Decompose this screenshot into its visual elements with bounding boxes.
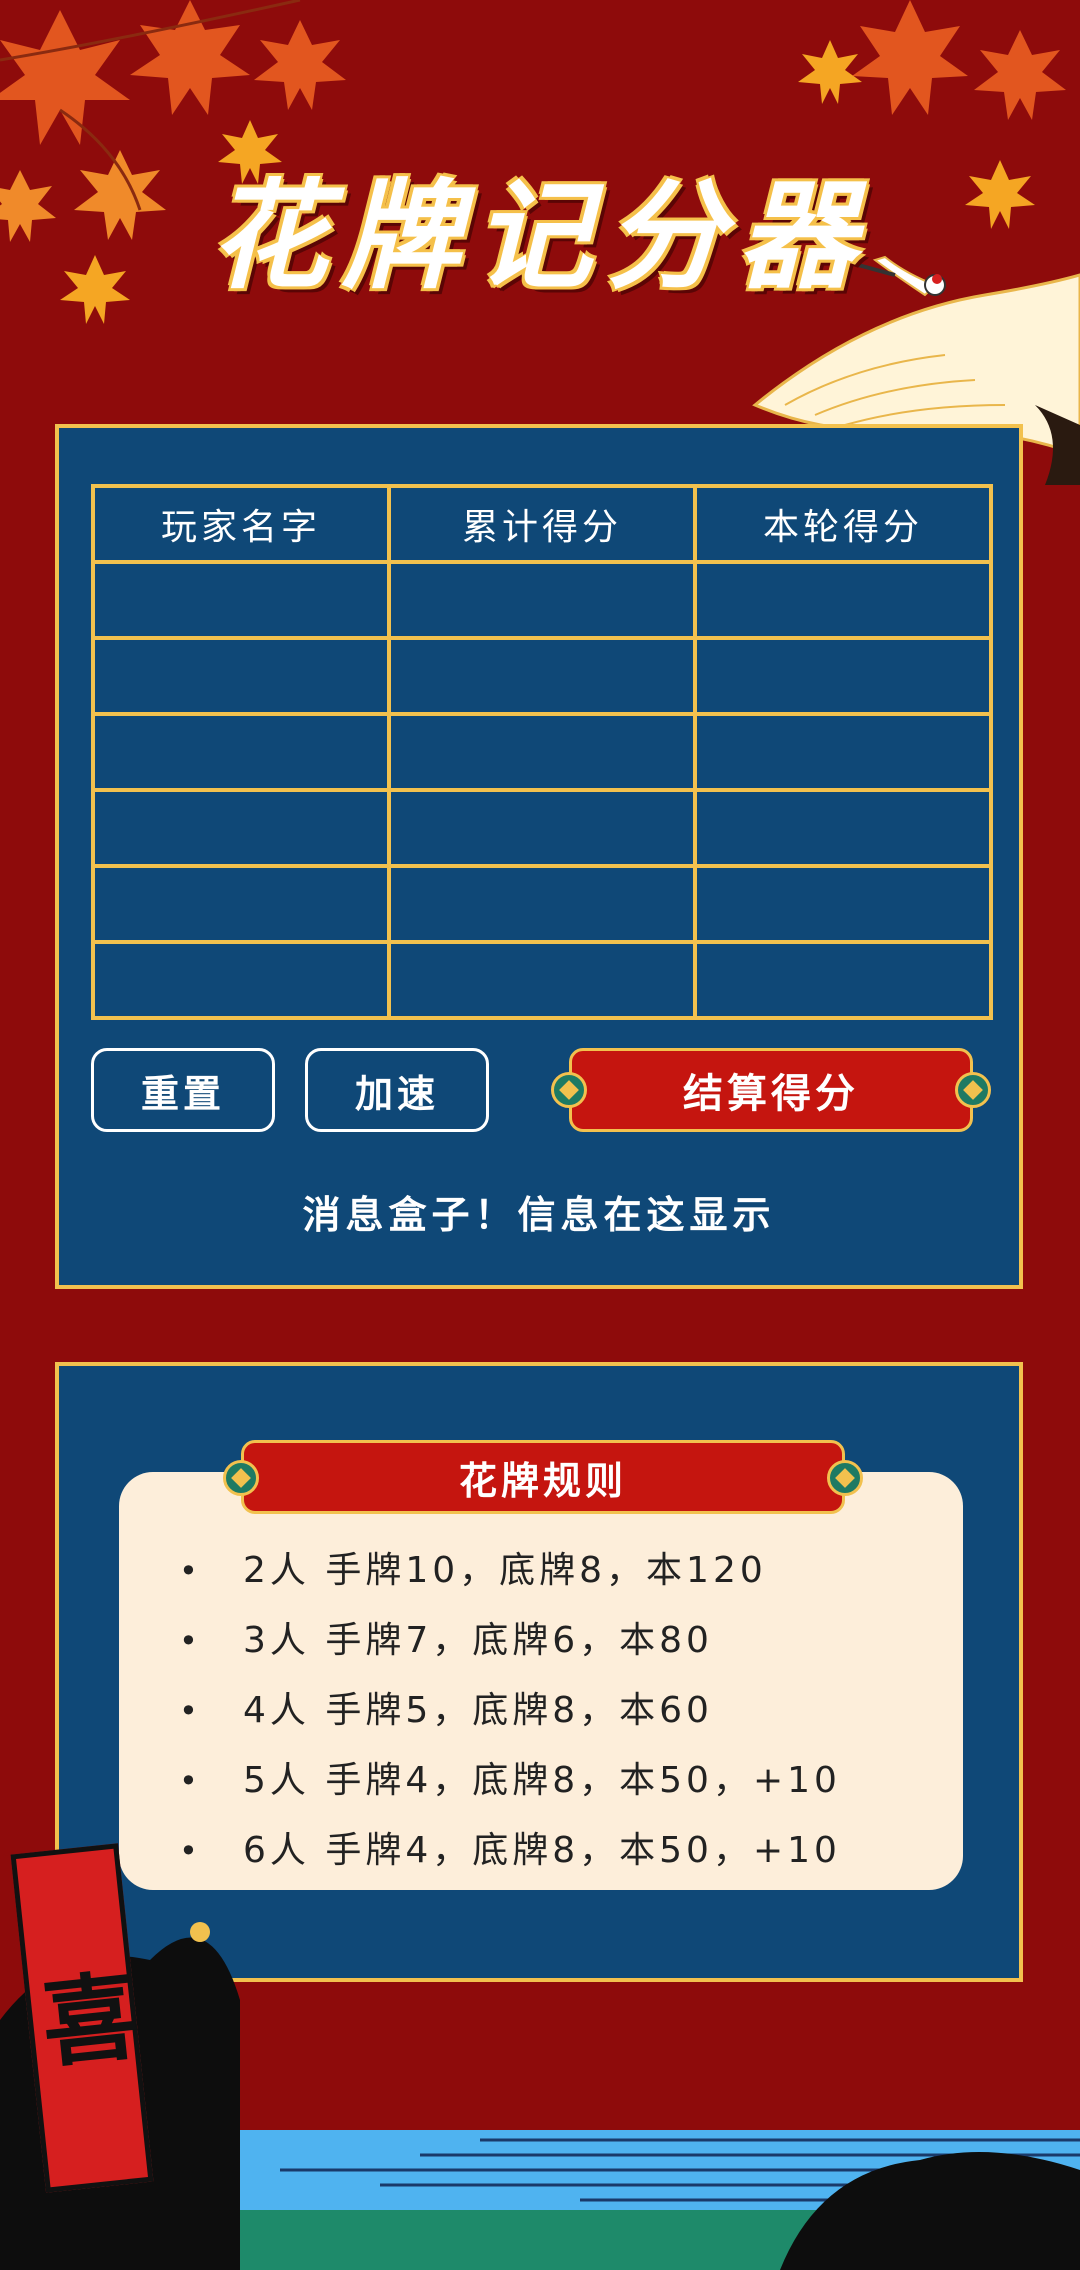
- rules-title: 花牌规则: [241, 1440, 845, 1514]
- table-row: [91, 940, 993, 1020]
- header-player-name: 玩家名字: [91, 484, 391, 564]
- table-row: [91, 636, 993, 716]
- list-item: 5人 手牌4，底牌8，本50，+10: [179, 1746, 841, 1816]
- header-total-score: 累计得分: [387, 484, 697, 564]
- gem-left-icon: [223, 1460, 259, 1496]
- settle-score-button[interactable]: 结算得分: [569, 1048, 973, 1132]
- header-round-score: 本轮得分: [693, 484, 993, 564]
- round-score-cell[interactable]: [693, 560, 993, 640]
- gem-right-icon: [827, 1460, 863, 1496]
- player-name-cell[interactable]: [91, 712, 391, 792]
- page-title: 花牌记分器: [209, 166, 870, 305]
- gem-left-icon: [551, 1072, 587, 1108]
- player-name-cell[interactable]: [91, 864, 391, 944]
- table-row: [91, 864, 993, 944]
- score-panel: 玩家名字 累计得分 本轮得分 重置 加速 结算得分 消息盒子！信息在这显示: [55, 424, 1023, 1289]
- total-score-cell: [387, 712, 697, 792]
- player-name-cell[interactable]: [91, 788, 391, 868]
- round-score-cell[interactable]: [693, 788, 993, 868]
- scenery-icon: [0, 1922, 1080, 2270]
- round-score-cell[interactable]: [693, 712, 993, 792]
- round-score-cell[interactable]: [693, 636, 993, 716]
- total-score-cell: [387, 940, 697, 1020]
- gem-right-icon: [955, 1072, 991, 1108]
- speed-up-button[interactable]: 加速: [305, 1048, 489, 1132]
- score-table: 玩家名字 累计得分 本轮得分: [91, 484, 993, 1020]
- total-score-cell: [387, 560, 697, 640]
- message-box: 消息盒子！信息在这显示: [302, 1193, 776, 1237]
- total-score-cell: [387, 864, 697, 944]
- list-item: 2人 手牌10，底牌8，本120: [179, 1536, 841, 1606]
- banner-character: 喜: [20, 1964, 144, 2072]
- player-name-cell[interactable]: [91, 560, 391, 640]
- round-score-cell[interactable]: [693, 940, 993, 1020]
- reset-button[interactable]: 重置: [91, 1048, 275, 1132]
- total-score-cell: [387, 788, 697, 868]
- rules-list: 2人 手牌10，底牌8，本120 3人 手牌7，底牌6，本80 4人 手牌5，底…: [179, 1536, 841, 1886]
- list-item: 3人 手牌7，底牌6，本80: [179, 1606, 841, 1676]
- round-score-cell[interactable]: [693, 864, 993, 944]
- player-name-cell[interactable]: [91, 940, 391, 1020]
- table-header-row: 玩家名字 累计得分 本轮得分: [91, 484, 993, 564]
- total-score-cell: [387, 636, 697, 716]
- table-row: [91, 788, 993, 868]
- player-name-cell[interactable]: [91, 636, 391, 716]
- list-item: 4人 手牌5，底牌8，本60: [179, 1676, 841, 1746]
- table-row: [91, 712, 993, 792]
- table-row: [91, 560, 993, 640]
